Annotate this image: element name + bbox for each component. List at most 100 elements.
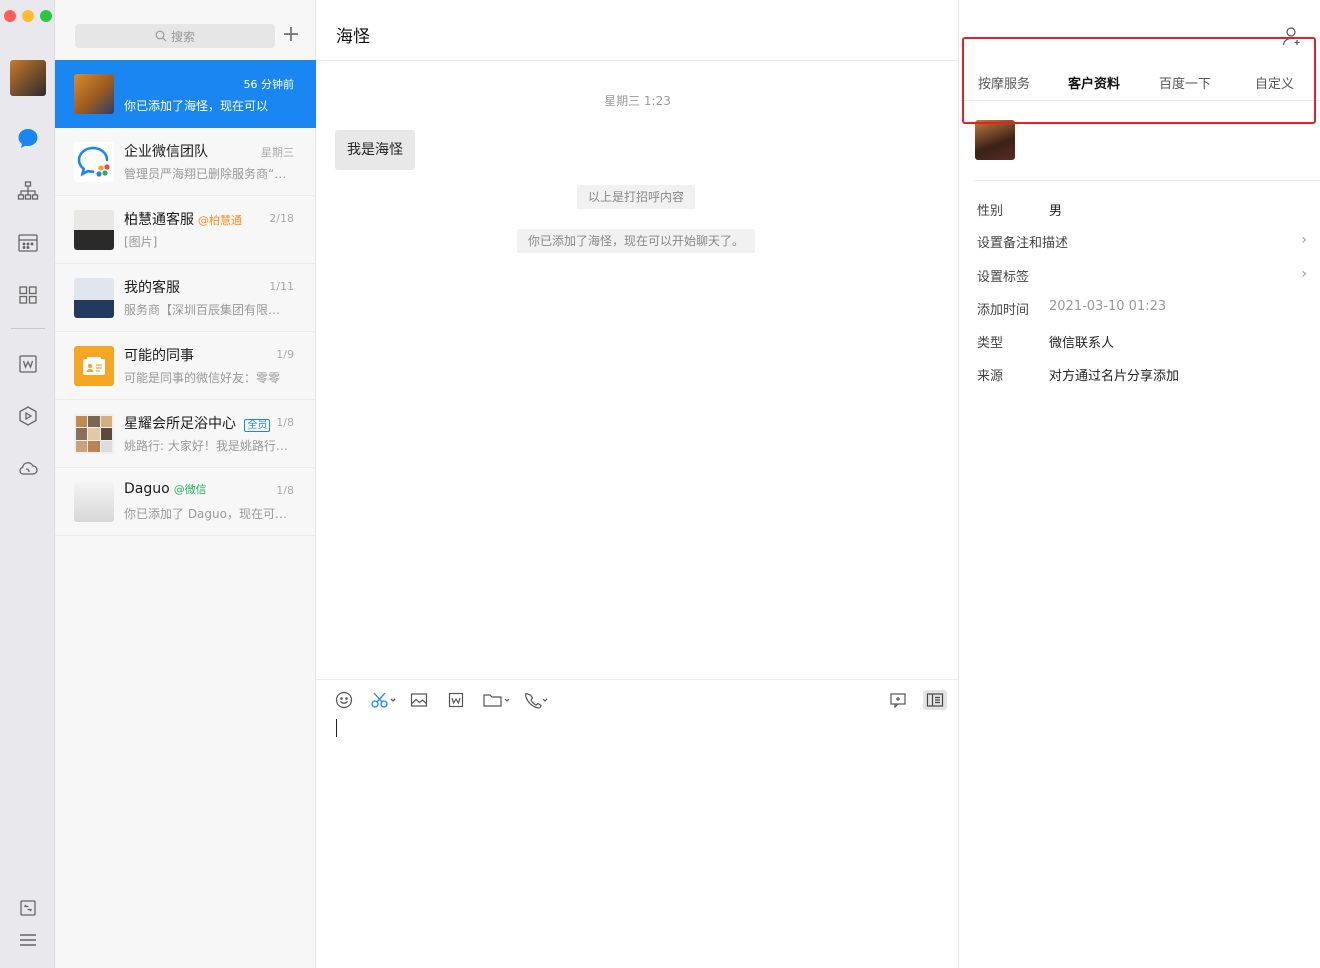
- conversation-preview: 管理员严海翔已删除服务商“…: [124, 167, 287, 181]
- quick-reply-icon[interactable]: [888, 690, 908, 710]
- divider: [974, 180, 1320, 181]
- doc-icon[interactable]: [14, 350, 42, 378]
- maximize-window-button[interactable]: [40, 10, 52, 22]
- avatar: [74, 74, 114, 114]
- image-icon[interactable]: [409, 690, 429, 710]
- conversation-list: 搜索 + 56 分钟前 你已添加了海怪，现在可以 企业微信团队 星期三 管理员严…: [55, 0, 316, 968]
- conversation-preview: [图片]: [124, 235, 158, 249]
- chat-header: 海怪: [316, 0, 959, 61]
- conversation-time: 星期三: [261, 146, 294, 159]
- add-button[interactable]: +: [279, 24, 303, 48]
- sidebar-toggle-icon[interactable]: [923, 690, 947, 710]
- message-input[interactable]: [336, 719, 337, 737]
- chevron-right-icon: ›: [1301, 266, 1307, 282]
- customer-avatar[interactable]: [975, 120, 1015, 160]
- avatar: [74, 482, 114, 522]
- conversation-preview: 你已添加了海怪，现在可以: [124, 99, 269, 113]
- avatar: [74, 142, 114, 182]
- tab-customer-info[interactable]: 客户资料: [1068, 73, 1120, 92]
- conversation-time: 1/8: [276, 484, 294, 497]
- chat-bubble-icon[interactable]: [14, 125, 42, 153]
- tab-baidu[interactable]: 百度一下: [1159, 73, 1211, 92]
- menu-icon[interactable]: [14, 926, 42, 954]
- list-item[interactable]: 柏慧通客服 @柏慧通 2/18 [图片]: [55, 196, 316, 264]
- collection-icon[interactable]: [14, 894, 42, 922]
- composer-toolbar: [316, 679, 959, 719]
- app-window: 搜索 + 56 分钟前 你已添加了海怪，现在可以 企业微信团队 星期三 管理员严…: [0, 0, 1320, 968]
- field-value: 对方通过名片分享添加: [1049, 369, 1180, 384]
- tab-custom[interactable]: 自定义: [1255, 73, 1294, 92]
- list-item[interactable]: 企业微信团队 星期三 管理员严海翔已删除服务商“…: [55, 128, 316, 196]
- tab-massage-service[interactable]: 按摩服务: [978, 73, 1030, 92]
- conversation-name: Daguo @微信: [124, 481, 207, 497]
- avatar: [74, 210, 114, 250]
- folder-icon[interactable]: [482, 690, 512, 710]
- conversation-name: 我的客服: [124, 280, 180, 296]
- search-icon: [155, 30, 167, 42]
- sidebar-rail: [0, 0, 55, 968]
- screenshot-scissors-icon[interactable]: [370, 690, 398, 710]
- field-value: 微信联系人: [1049, 336, 1115, 351]
- system-message: 你已添加了海怪，现在可以开始聊天了。: [517, 229, 756, 253]
- add-member-icon[interactable]: [1280, 24, 1304, 48]
- chevron-right-icon: ›: [1301, 232, 1307, 248]
- field-label: 设置标签: [977, 270, 1030, 285]
- search-placeholder: 搜索: [170, 29, 195, 44]
- field-value: 2021-03-10 01:23: [1049, 299, 1167, 314]
- avatar: [74, 346, 114, 386]
- conversation-preview: 姚路行: 大家好！我是姚路行…: [124, 439, 288, 453]
- field-gender: 性别 男: [977, 200, 1307, 220]
- list-item[interactable]: 我的客服 1/11 服务商【深圳百辰集团有限…: [55, 264, 316, 332]
- close-window-button[interactable]: [4, 10, 16, 22]
- conversation-time: 56 分钟前: [243, 78, 295, 91]
- conversation-time: 1/9: [276, 348, 294, 361]
- field-label: 来源: [977, 369, 1004, 384]
- conversation-preview: 可能是同事的微信好友：零零: [124, 371, 281, 385]
- message-bubble[interactable]: 我是海怪: [335, 130, 415, 170]
- conversation-preview: 服务商【深圳百辰集团有限…: [124, 303, 281, 317]
- org-tag: @柏慧通: [198, 214, 242, 227]
- user-avatar[interactable]: [10, 60, 46, 96]
- conversation-name: 星耀会所足浴中心 全员: [124, 413, 271, 433]
- hexagon-icon[interactable]: [14, 402, 42, 430]
- panel-tabs: 按摩服务 客户资料 百度一下 自定义: [960, 61, 1320, 101]
- system-message: 以上是打招呼内容: [577, 185, 696, 209]
- org-chart-icon[interactable]: [14, 177, 42, 205]
- cloud-icon[interactable]: [14, 454, 42, 482]
- wecom-logo-icon: [77, 146, 110, 177]
- conversation-name: 柏慧通客服 @柏慧通: [124, 212, 242, 228]
- field-value: 男: [1049, 204, 1063, 219]
- field-label: 添加时间: [977, 303, 1030, 318]
- field-added-time: 添加时间 2021-03-10 01:23: [977, 299, 1307, 319]
- set-tags-row[interactable]: 设置标签 ›: [977, 266, 1307, 286]
- set-remark-row[interactable]: 设置备注和描述 ›: [977, 232, 1307, 252]
- rail-divider: [11, 328, 45, 329]
- conversation-time: 1/11: [269, 280, 294, 293]
- field-label: 类型: [977, 336, 1004, 351]
- list-item[interactable]: 可能的同事 1/9 可能是同事的微信好友：零零: [55, 332, 316, 400]
- conversation-time: 2/18: [269, 212, 294, 225]
- field-type: 类型 微信联系人: [977, 332, 1307, 352]
- doc-share-icon[interactable]: [446, 690, 466, 710]
- all-members-badge: 全员: [244, 419, 271, 432]
- emoji-icon[interactable]: [334, 690, 354, 710]
- apps-grid-icon[interactable]: [14, 281, 42, 309]
- call-icon[interactable]: [522, 690, 550, 710]
- search-input[interactable]: 搜索: [75, 24, 275, 48]
- minimize-window-button[interactable]: [22, 10, 34, 22]
- conversation-preview: 你已添加了 Daguo，现在可…: [124, 507, 287, 521]
- chat-pane: 海怪 星期三 1:23 我是海怪 以上是打招呼内容 你已添加了海怪，现在可以开始…: [316, 0, 959, 968]
- list-item[interactable]: 星耀会所足浴中心 全员 1/8 姚路行: 大家好！我是姚路行…: [55, 400, 316, 468]
- field-source: 来源 对方通过名片分享添加: [977, 365, 1307, 385]
- contact-card-icon: [83, 357, 105, 375]
- field-label: 性别: [977, 204, 1004, 219]
- field-label: 设置备注和描述: [977, 236, 1069, 251]
- list-item[interactable]: 56 分钟前 你已添加了海怪，现在可以: [55, 60, 316, 128]
- list-item[interactable]: Daguo @微信 1/8 你已添加了 Daguo，现在可…: [55, 468, 316, 536]
- calendar-icon[interactable]: [14, 229, 42, 257]
- conversation-name: 企业微信团队: [124, 144, 208, 160]
- message-date: 星期三 1:23: [604, 94, 671, 108]
- avatar: [74, 278, 114, 318]
- conversation-time: 1/8: [276, 416, 294, 429]
- group-avatar: [74, 414, 114, 454]
